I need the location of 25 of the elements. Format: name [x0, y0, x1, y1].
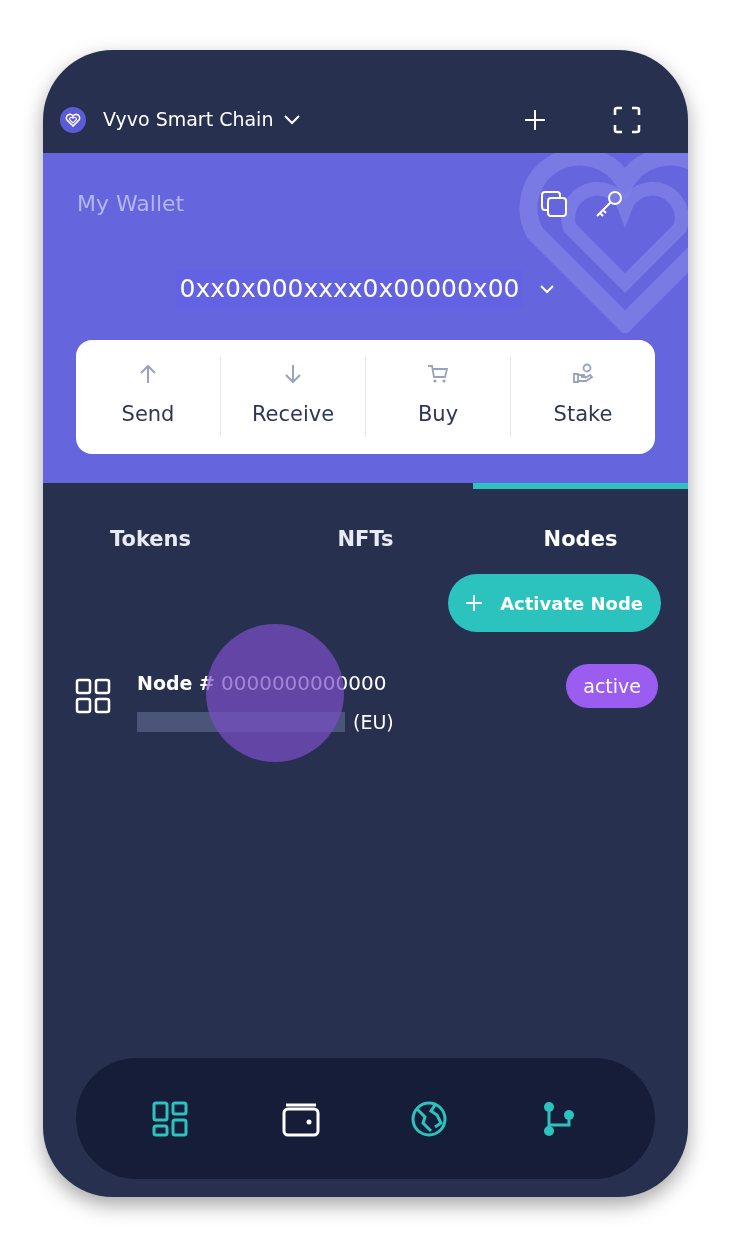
wallet-address: 0xx0x000xxxx0x00000x00	[175, 270, 524, 308]
wallet-title: My Wallet	[77, 190, 185, 218]
node-region: (EU)	[353, 710, 394, 735]
key-icon[interactable]	[594, 188, 624, 219]
scan-icon[interactable]	[613, 105, 641, 134]
chevron-down-icon[interactable]	[283, 113, 302, 126]
buy-icon	[427, 362, 449, 385]
tab[interactable]: Tokens	[43, 483, 258, 563]
status-badge: active	[566, 664, 658, 708]
tab[interactable]: NFTs	[258, 483, 473, 563]
stake-button[interactable]: Stake	[511, 362, 655, 431]
copy-icon[interactable]	[540, 189, 568, 218]
tab[interactable]: Nodes	[473, 483, 688, 563]
buy-button[interactable]: Buy	[366, 362, 510, 431]
grid-icon	[75, 678, 111, 714]
logo-icon	[60, 106, 86, 133]
grid-icon[interactable]	[151, 1100, 190, 1137]
stake-icon	[572, 362, 594, 385]
receive-button[interactable]: Receive	[221, 362, 365, 431]
plus-icon[interactable]	[524, 108, 546, 131]
network-name[interactable]: Vyvo Smart Chain	[103, 105, 274, 134]
plus-icon	[466, 595, 483, 611]
receive-icon	[282, 362, 304, 385]
node-label: Node #	[137, 670, 215, 696]
send-button[interactable]: Send	[76, 362, 220, 431]
